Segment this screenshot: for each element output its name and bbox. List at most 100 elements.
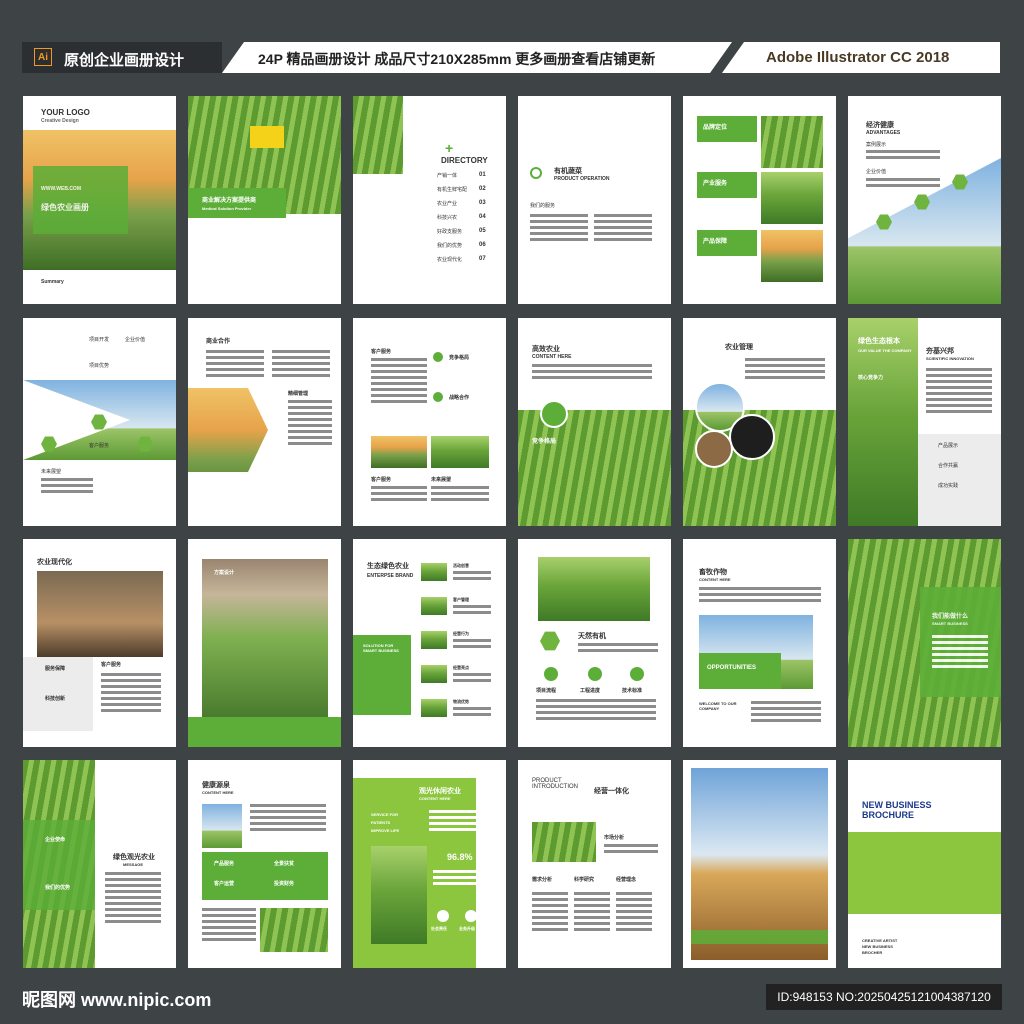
p19-item-1: 企业使命 (45, 837, 66, 843)
page-22: PRODUCT INTRODUCTION 经营一体化 市场分析 需求分析 科学研… (518, 760, 671, 968)
p15-thumb (421, 699, 447, 717)
p15-title: 生态绿色农业 (367, 563, 409, 570)
p21-sub: CONTENT HERE (419, 796, 451, 801)
brochure-grid: YOUR LOGO Creative Design WWW.WEB.COM 绿色… (23, 96, 1001, 968)
p20-title: 健康源泉 (202, 782, 230, 789)
p12-sub: OUR VALUE THE COMPANY (858, 348, 912, 353)
p13-item-1: 服务保障 (45, 666, 66, 672)
directory-item: 农业现代化 (437, 257, 463, 263)
p9-text-b (371, 486, 427, 504)
p22-title2: 经营一体化 (594, 788, 629, 795)
page-back-cover: NEW BUSINESS BROCHURE CREATIVE ARTIST NE… (848, 760, 1001, 968)
directory-item: 产销一体 (437, 173, 458, 179)
back-title-1: NEW BUSINESS (862, 800, 932, 810)
header-left: Ai 原创企业画册设计 (22, 42, 222, 73)
p14-footer-bar (188, 717, 341, 747)
p14-label: 方案设计 (214, 570, 235, 576)
page-16: 天然有机 项目流程 工程进度 技术标准 (518, 539, 671, 747)
directory-title: DIRECTORY (441, 156, 488, 165)
nipic-logo: 昵图网 www.nipic.com (22, 990, 212, 1010)
p20-sub: CONTENT HERE (202, 790, 234, 795)
summary-label: Summary (41, 279, 64, 285)
p21-icon-1 (437, 910, 449, 922)
p15-item-text (453, 707, 491, 719)
directory-number: 03 (479, 200, 486, 206)
p16-photo (538, 557, 650, 621)
page-8: 商业合作 精细管理 (188, 318, 341, 526)
page-17: 畜牧作物 CONTENT HERE OPPORTUNITIES WELCOME … (683, 539, 836, 747)
page4-services: 我们的服务 (530, 203, 556, 209)
p17-text (699, 587, 821, 605)
page-11: 农业管理 (683, 318, 836, 526)
p7-text (41, 478, 93, 496)
directory-number: 02 (479, 186, 486, 192)
p9-item-1: 竞争格局 (449, 355, 470, 361)
p22-item-2: 需求分析 (532, 877, 553, 883)
p10-flower-icon (540, 400, 568, 428)
p15-thumb (421, 631, 447, 649)
p16-text-b (536, 699, 656, 723)
p20-item-2: 全景扶贫 (274, 861, 295, 867)
page4-title: 有机蔬菜 (554, 168, 582, 175)
directory-photo (353, 96, 403, 174)
p10-sub: CONTENT HERE (532, 354, 572, 360)
page-15: 生态绿色农业 ENTERPSE BRAND SOLUTION FOR SMART… (353, 539, 506, 747)
p16-item-2: 工程进度 (580, 688, 601, 694)
p8-sub2: 精细管理 (288, 391, 309, 397)
directory-item: 好政支服务 (437, 229, 463, 235)
irrigation-photo (202, 559, 328, 735)
p13-text (101, 673, 161, 715)
p22-text-c (574, 892, 610, 934)
logo-sub: Creative Design (41, 118, 79, 124)
p22-photo-grid (532, 822, 596, 862)
p20-photo-1 (202, 804, 242, 848)
page-2: 商业解决方案提供商 Medical Solution Provider (188, 96, 341, 304)
p19-title: 绿色观光农业 (113, 854, 155, 861)
p18-text (932, 635, 988, 671)
p15-item: 物流优势 (453, 699, 469, 704)
p10-caption: 竞争格局 (532, 439, 557, 445)
p10-title: 高效农业 (532, 346, 560, 353)
p11-circle-3 (695, 430, 733, 468)
p5-label-1: 品牌定位 (703, 125, 728, 131)
page-21: 观光休闲农业 CONTENT HERE SERVICE FOR PATIENTS… (353, 760, 506, 968)
p9-item-4: 未来展望 (431, 477, 452, 483)
p12-item-1: 产品展示 (938, 443, 959, 449)
p9-icon-1 (433, 352, 443, 362)
page-4: 有机蔬菜 PRODUCT OPERATION 我们的服务 (518, 96, 671, 304)
p20-photo-2 (260, 908, 328, 952)
p8-photo (188, 388, 268, 472)
p6-item-1: 案例展示 (866, 142, 887, 148)
p21-list-2: PATIENTS (371, 820, 391, 825)
directory-number: 07 (479, 256, 486, 262)
p21-icon-label-1: 社会责任 (431, 926, 447, 931)
p8-text-a (206, 350, 264, 380)
p12-text (926, 368, 992, 416)
directory-item: 有机生鲜宅配 (437, 187, 468, 193)
p22-title: PRODUCT INTRODUCTION (532, 778, 578, 790)
p10-text (532, 364, 652, 382)
p11-title: 农业管理 (725, 344, 753, 351)
p7-item-5: 未来展望 (41, 469, 62, 475)
p17-box: OPPORTUNITIES (699, 653, 781, 689)
p6-title: 经济健康 (866, 122, 894, 129)
p22-item-4: 经营理念 (616, 877, 637, 883)
page4-text-a (530, 214, 588, 244)
p5-label-2: 产业服务 (703, 181, 728, 187)
p6-text-2 (866, 178, 940, 190)
p16-icon-1 (544, 667, 558, 681)
cover-box: WWW.WEB.COM 绿色农业画册 (33, 166, 128, 234)
directory-item: 我们的优势 (437, 243, 463, 249)
leaf-icon (530, 167, 542, 179)
p16-title: 天然有机 (578, 633, 606, 640)
cover-web: WWW.WEB.COM (41, 186, 81, 192)
p21-title: 观光休闲农业 (419, 788, 461, 795)
p16-item-3: 技术标准 (622, 688, 643, 694)
p15-thumb (421, 563, 447, 581)
p9-text-c (431, 486, 489, 504)
page-7: 项目开发 企业价值 项目优势 客户服务 未来展望 (23, 318, 176, 526)
directory-item: 科技兴农 (437, 215, 458, 221)
p18-sub: SMART BUSINESS (932, 621, 968, 626)
header-right-text: Adobe Illustrator CC 2018 (766, 49, 950, 66)
p15-sub: ENTERPSE BRAND (367, 573, 414, 579)
